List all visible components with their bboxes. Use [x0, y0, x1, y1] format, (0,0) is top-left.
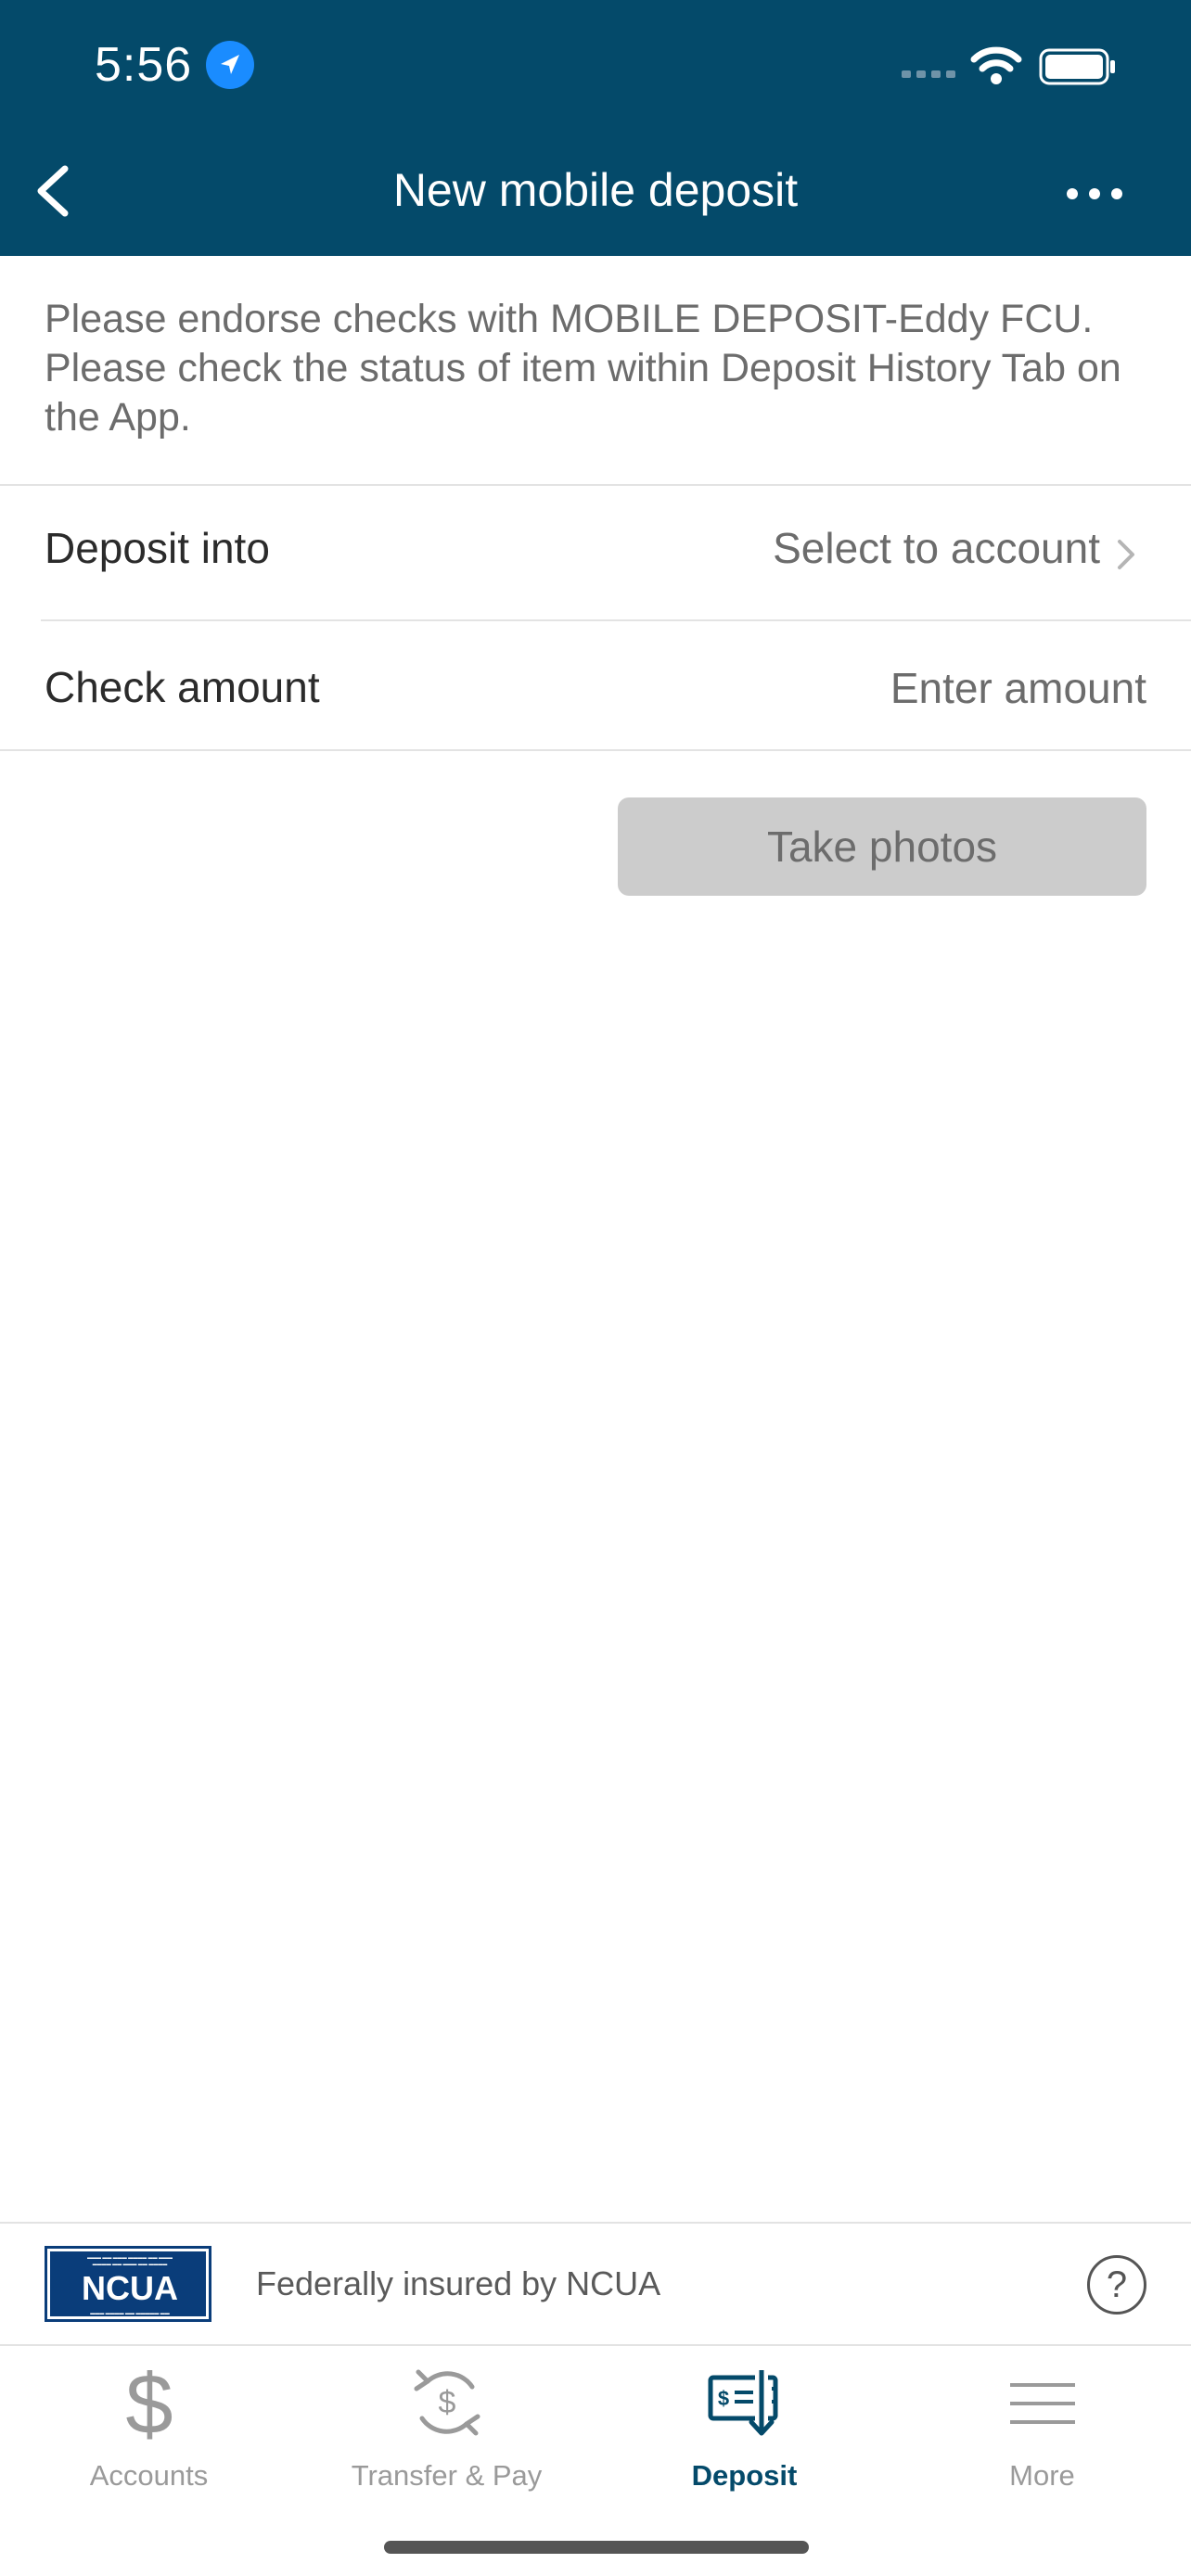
cellular-signal-icon — [902, 67, 959, 84]
chevron-right-icon — [1115, 536, 1137, 578]
take-photos-button[interactable]: Take photos — [618, 797, 1146, 896]
ncua-fine-print: ▬▬▬ ▬▬ ▬▬▬ ▬▬▬▬ ▬▬ ▬▬▬ — [87, 2255, 173, 2261]
more-options-button[interactable] — [1057, 171, 1132, 217]
deposit-into-account-select[interactable]: Select to account — [773, 523, 1100, 573]
battery-icon — [1039, 48, 1117, 90]
divider — [41, 619, 1191, 621]
ncua-fine-print: ▬▬▬▬ ▬▬ ▬▬▬ ▬▬ ▬▬▬▬ — [92, 2262, 168, 2267]
deposit-into-label: Deposit into — [45, 524, 270, 572]
page-title: New mobile deposit — [392, 164, 799, 216]
svg-text:$: $ — [125, 2361, 173, 2444]
tab-label: Transfer & Pay — [351, 2459, 543, 2492]
tab-label: More — [1009, 2459, 1075, 2492]
tab-transfer-pay[interactable]: $ Transfer & Pay — [298, 2355, 596, 2494]
tab-more[interactable]: More — [893, 2355, 1191, 2494]
ncua-logo: ▬▬▬ ▬▬ ▬▬▬ ▬▬▬▬ ▬▬ ▬▬▬ ▬▬▬▬ ▬▬ ▬▬▬ ▬▬ ▬▬… — [45, 2246, 211, 2322]
check-amount-input[interactable] — [757, 660, 1146, 716]
check-amount-label: Check amount — [45, 663, 320, 711]
endorsement-notice: Please endorse checks with MOBILE DEPOSI… — [45, 297, 1121, 440]
svg-text:$: $ — [717, 2387, 728, 2410]
wifi-icon — [970, 45, 1022, 90]
menu-icon — [1001, 2361, 1084, 2449]
home-indicator — [384, 2541, 809, 2554]
svg-text:$: $ — [438, 2385, 455, 2420]
dollar-icon: $ — [122, 2357, 177, 2452]
location-icon — [206, 41, 254, 89]
tab-accounts[interactable]: $ Accounts — [0, 2355, 298, 2494]
status-time: 5:56 — [95, 38, 193, 92]
insurance-text: Federally insured by NCUA — [256, 2264, 661, 2302]
tab-label: Accounts — [89, 2459, 209, 2492]
top-bar: 5:56 New mobile deposit — [0, 0, 1191, 256]
ncua-fine-print: ▬▬▬ ▬▬▬▬ ▬▬ ▬▬▬▬▬ ▬▬ — [90, 2311, 170, 2316]
divider — [0, 749, 1191, 751]
tab-label: Deposit — [691, 2459, 798, 2492]
check-deposit-icon: $ — [703, 2361, 787, 2449]
help-icon[interactable]: ? — [1087, 2255, 1146, 2315]
tab-deposit[interactable]: $ Deposit — [596, 2355, 893, 2494]
transfer-pay-icon: $ — [405, 2361, 489, 2449]
ncua-logo-text: NCUA — [82, 2269, 178, 2307]
